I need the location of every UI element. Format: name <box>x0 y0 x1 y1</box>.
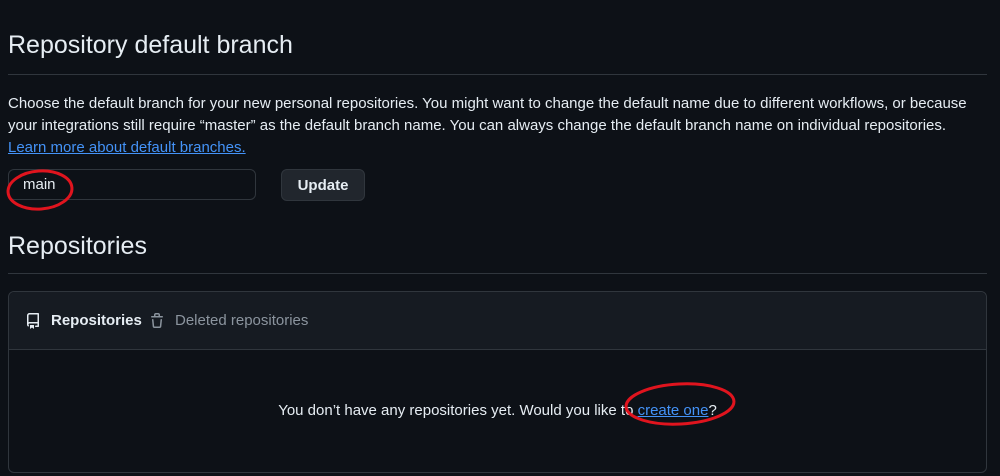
default-branch-description: Choose the default branch for your new p… <box>8 93 983 159</box>
repo-icon <box>25 312 41 329</box>
divider <box>8 74 987 75</box>
repositories-panel: Repositories Deleted repositories You do… <box>8 291 987 473</box>
tab-repositories[interactable]: Repositories <box>25 292 142 349</box>
learn-more-link[interactable]: Learn more about default branches. <box>8 139 246 156</box>
description-text: Choose the default branch for your new p… <box>8 95 967 134</box>
tab-repositories-label: Repositories <box>51 312 142 329</box>
repositories-title: Repositories <box>8 232 147 260</box>
divider <box>8 273 987 274</box>
empty-state: You don’t have any repositories yet. Wou… <box>9 349 986 472</box>
empty-state-suffix: ? <box>708 402 717 419</box>
default-branch-input[interactable] <box>8 169 256 200</box>
default-branch-title: Repository default branch <box>8 31 293 59</box>
update-button[interactable]: Update <box>281 169 365 201</box>
create-repository-link[interactable]: create one <box>638 402 709 419</box>
tab-deleted-repositories-label: Deleted repositories <box>175 312 309 329</box>
tab-deleted-repositories[interactable]: Deleted repositories <box>149 292 308 349</box>
trash-icon <box>149 312 165 329</box>
empty-state-text: You don’t have any repositories yet. Wou… <box>278 402 634 419</box>
repositories-tabs: Repositories Deleted repositories <box>9 292 986 350</box>
